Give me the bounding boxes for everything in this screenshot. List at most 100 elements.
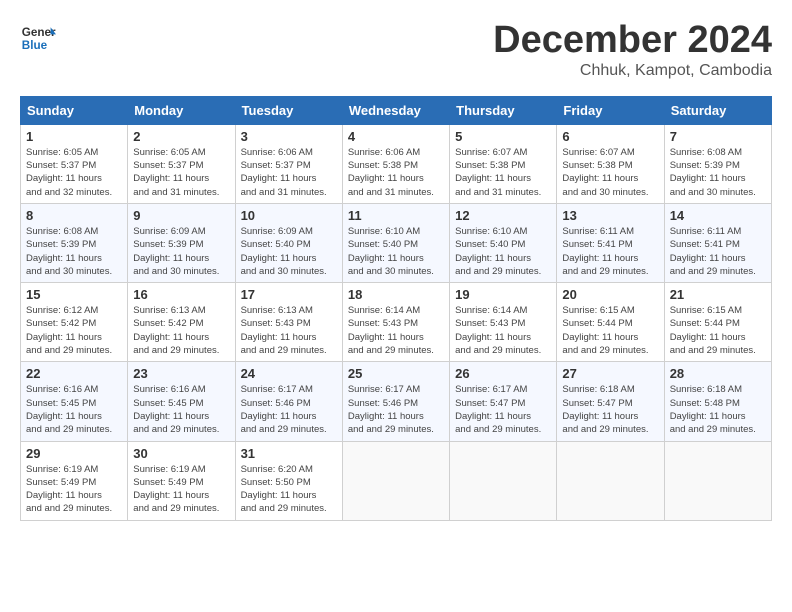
day-info: Sunrise: 6:06 AMSunset: 5:37 PMDaylight:…: [241, 146, 337, 199]
col-monday: Monday: [128, 96, 235, 124]
table-row: 9 Sunrise: 6:09 AMSunset: 5:39 PMDaylight…: [128, 203, 235, 282]
calendar-row: 1 Sunrise: 6:05 AMSunset: 5:37 PMDaylight…: [21, 124, 772, 203]
day-info: Sunrise: 6:11 AMSunset: 5:41 PMDaylight:…: [670, 225, 766, 278]
day-number: 30: [133, 446, 229, 461]
location: Chhuk, Kampot, Cambodia: [493, 62, 772, 80]
day-info: Sunrise: 6:18 AMSunset: 5:47 PMDaylight:…: [562, 383, 658, 436]
calendar-row: 8 Sunrise: 6:08 AMSunset: 5:39 PMDaylight…: [21, 203, 772, 282]
table-row: 30 Sunrise: 6:19 AMSunset: 5:49 PMDayligh…: [128, 441, 235, 520]
day-number: 13: [562, 208, 658, 223]
day-info: Sunrise: 6:13 AMSunset: 5:42 PMDaylight:…: [133, 304, 229, 357]
day-number: 3: [241, 129, 337, 144]
day-info: Sunrise: 6:05 AMSunset: 5:37 PMDaylight:…: [133, 146, 229, 199]
day-number: 12: [455, 208, 551, 223]
table-row: 31Sunrise: 6:20 AMSunset: 5:50 PMDayligh…: [235, 441, 342, 520]
day-info: Sunrise: 6:08 AMSunset: 5:39 PMDaylight:…: [670, 146, 766, 199]
day-number: 2: [133, 129, 229, 144]
col-thursday: Thursday: [450, 96, 557, 124]
table-row: [557, 441, 664, 520]
day-info: Sunrise: 6:16 AMSunset: 5:45 PMDaylight:…: [26, 383, 122, 436]
day-number: 18: [348, 287, 444, 302]
day-number: 9: [133, 208, 229, 223]
day-info: Sunrise: 6:19 AMSunset: 5:49 PMDaylight:…: [133, 463, 229, 516]
day-number: 25: [348, 366, 444, 381]
day-number: 31: [241, 446, 337, 461]
day-number: 22: [26, 366, 122, 381]
table-row: 26Sunrise: 6:17 AMSunset: 5:47 PMDayligh…: [450, 362, 557, 441]
table-row: 14 Sunrise: 6:11 AMSunset: 5:41 PMDayligh…: [664, 203, 771, 282]
day-number: 6: [562, 129, 658, 144]
day-number: 28: [670, 366, 766, 381]
day-number: 7: [670, 129, 766, 144]
table-row: 2 Sunrise: 6:05 AMSunset: 5:37 PMDaylight…: [128, 124, 235, 203]
table-row: 28 Sunrise: 6:18 AMSunset: 5:48 PMDayligh…: [664, 362, 771, 441]
day-number: 27: [562, 366, 658, 381]
table-row: 8 Sunrise: 6:08 AMSunset: 5:39 PMDaylight…: [21, 203, 128, 282]
col-wednesday: Wednesday: [342, 96, 449, 124]
day-number: 8: [26, 208, 122, 223]
table-row: 15 Sunrise: 6:12 AMSunset: 5:42 PMDayligh…: [21, 283, 128, 362]
day-info: Sunrise: 6:11 AMSunset: 5:41 PMDaylight:…: [562, 225, 658, 278]
table-row: 13 Sunrise: 6:11 AMSunset: 5:41 PMDayligh…: [557, 203, 664, 282]
day-info: Sunrise: 6:12 AMSunset: 5:42 PMDaylight:…: [26, 304, 122, 357]
month-title: December 2024: [493, 20, 772, 62]
table-row: 27 Sunrise: 6:18 AMSunset: 5:47 PMDayligh…: [557, 362, 664, 441]
day-info: Sunrise: 6:17 AMSunset: 5:46 PMDaylight:…: [241, 383, 337, 436]
table-row: 19Sunrise: 6:14 AMSunset: 5:43 PMDayligh…: [450, 283, 557, 362]
table-row: 21Sunrise: 6:15 AMSunset: 5:44 PMDayligh…: [664, 283, 771, 362]
table-row: 5 Sunrise: 6:07 AMSunset: 5:38 PMDaylight…: [450, 124, 557, 203]
day-info: Sunrise: 6:07 AMSunset: 5:38 PMDaylight:…: [455, 146, 551, 199]
day-number: 19: [455, 287, 551, 302]
table-row: 24 Sunrise: 6:17 AMSunset: 5:46 PMDayligh…: [235, 362, 342, 441]
day-number: 17: [241, 287, 337, 302]
day-info: Sunrise: 6:16 AMSunset: 5:45 PMDaylight:…: [133, 383, 229, 436]
table-row: 12 Sunrise: 6:10 AMSunset: 5:40 PMDayligh…: [450, 203, 557, 282]
day-info: Sunrise: 6:15 AMSunset: 5:44 PMDaylight:…: [670, 304, 766, 357]
table-row: 1 Sunrise: 6:05 AMSunset: 5:37 PMDaylight…: [21, 124, 128, 203]
table-row: 18Sunrise: 6:14 AMSunset: 5:43 PMDayligh…: [342, 283, 449, 362]
day-info: Sunrise: 6:19 AMSunset: 5:49 PMDaylight:…: [26, 463, 122, 516]
day-number: 24: [241, 366, 337, 381]
table-row: [342, 441, 449, 520]
table-row: 4 Sunrise: 6:06 AMSunset: 5:38 PMDaylight…: [342, 124, 449, 203]
table-row: 7 Sunrise: 6:08 AMSunset: 5:39 PMDaylight…: [664, 124, 771, 203]
day-info: Sunrise: 6:17 AMSunset: 5:46 PMDaylight:…: [348, 383, 444, 436]
table-row: 17 Sunrise: 6:13 AMSunset: 5:43 PMDayligh…: [235, 283, 342, 362]
table-row: 29Sunrise: 6:19 AMSunset: 5:49 PMDayligh…: [21, 441, 128, 520]
day-number: 14: [670, 208, 766, 223]
table-row: 3 Sunrise: 6:06 AMSunset: 5:37 PMDaylight…: [235, 124, 342, 203]
day-info: Sunrise: 6:09 AMSunset: 5:40 PMDaylight:…: [241, 225, 337, 278]
day-info: Sunrise: 6:09 AMSunset: 5:39 PMDaylight:…: [133, 225, 229, 278]
day-number: 10: [241, 208, 337, 223]
col-sunday: Sunday: [21, 96, 128, 124]
header-row: Sunday Monday Tuesday Wednesday Thursday…: [21, 96, 772, 124]
day-info: Sunrise: 6:06 AMSunset: 5:38 PMDaylight:…: [348, 146, 444, 199]
day-number: 15: [26, 287, 122, 302]
calendar-row: 22 Sunrise: 6:16 AMSunset: 5:45 PMDayligh…: [21, 362, 772, 441]
logo: General Blue: [20, 20, 56, 56]
day-number: 20: [562, 287, 658, 302]
day-number: 1: [26, 129, 122, 144]
title-block: December 2024 Chhuk, Kampot, Cambodia: [493, 20, 772, 80]
table-row: 10 Sunrise: 6:09 AMSunset: 5:40 PMDayligh…: [235, 203, 342, 282]
table-row: 6Sunrise: 6:07 AMSunset: 5:38 PMDaylight…: [557, 124, 664, 203]
table-row: 11Sunrise: 6:10 AMSunset: 5:40 PMDayligh…: [342, 203, 449, 282]
day-info: Sunrise: 6:13 AMSunset: 5:43 PMDaylight:…: [241, 304, 337, 357]
day-info: Sunrise: 6:05 AMSunset: 5:37 PMDaylight:…: [26, 146, 122, 199]
day-number: 26: [455, 366, 551, 381]
col-tuesday: Tuesday: [235, 96, 342, 124]
calendar-row: 15 Sunrise: 6:12 AMSunset: 5:42 PMDayligh…: [21, 283, 772, 362]
table-row: 25 Sunrise: 6:17 AMSunset: 5:46 PMDayligh…: [342, 362, 449, 441]
day-number: 4: [348, 129, 444, 144]
day-number: 23: [133, 366, 229, 381]
day-info: Sunrise: 6:18 AMSunset: 5:48 PMDaylight:…: [670, 383, 766, 436]
page-header: General Blue December 2024 Chhuk, Kampot…: [20, 20, 772, 80]
day-info: Sunrise: 6:15 AMSunset: 5:44 PMDaylight:…: [562, 304, 658, 357]
day-info: Sunrise: 6:08 AMSunset: 5:39 PMDaylight:…: [26, 225, 122, 278]
table-row: 22 Sunrise: 6:16 AMSunset: 5:45 PMDayligh…: [21, 362, 128, 441]
day-info: Sunrise: 6:10 AMSunset: 5:40 PMDaylight:…: [455, 225, 551, 278]
table-row: [450, 441, 557, 520]
calendar-row: 29Sunrise: 6:19 AMSunset: 5:49 PMDayligh…: [21, 441, 772, 520]
day-number: 5: [455, 129, 551, 144]
calendar-table: Sunday Monday Tuesday Wednesday Thursday…: [20, 96, 772, 521]
